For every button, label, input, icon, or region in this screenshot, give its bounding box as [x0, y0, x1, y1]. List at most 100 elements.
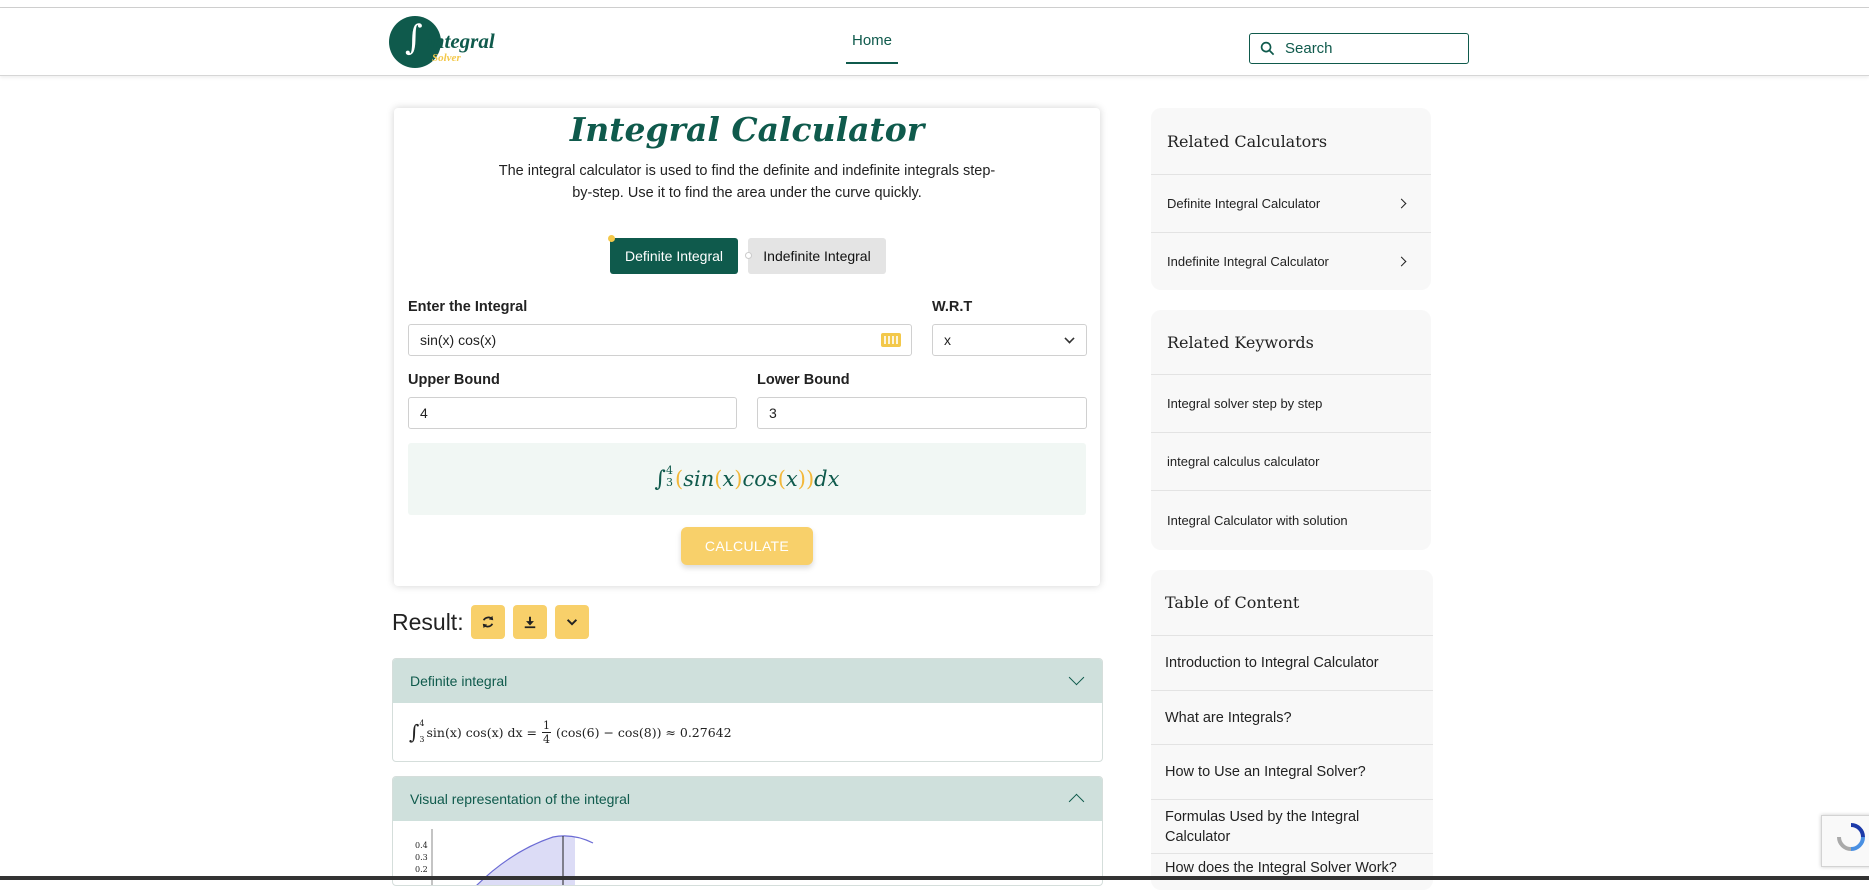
wrt-label: W.R.T — [932, 299, 973, 315]
related-calculator-item[interactable]: Indefinite Integral Calculator — [1151, 233, 1431, 290]
related-keyword-label: Integral Calculator with solution — [1167, 512, 1348, 528]
result-bounds: 4 3 — [419, 716, 424, 748]
upper-bound-value: 4 — [420, 405, 428, 421]
toc-item[interactable]: Introduction to Integral Calculator — [1151, 636, 1433, 691]
upper-bound-label: Upper Bound — [408, 372, 500, 388]
calculator-card: Integral Calculator The integral calcula… — [394, 108, 1100, 586]
recaptcha-icon — [1837, 823, 1865, 851]
tab-active-dot — [608, 235, 615, 242]
preview-fn2: cos — [742, 467, 778, 491]
related-keywords-title: Related Keywords — [1151, 310, 1431, 375]
tab-indefinite-integral[interactable]: Indefinite Integral — [748, 238, 886, 274]
plot-tick-label: 0.3 — [415, 853, 428, 862]
integral-input-value: sin(x) cos(x) — [420, 332, 497, 348]
enter-integral-label: Enter the Integral — [408, 299, 528, 315]
search-icon — [1260, 41, 1275, 56]
page-title: Integral Calculator — [569, 110, 925, 149]
related-calculator-label: Definite Integral Calculator — [1167, 196, 1321, 211]
recaptcha-badge[interactable] — [1821, 815, 1869, 867]
result-integrand: sin(x) cos(x) dx = — [426, 724, 537, 740]
preview-var2: x — [785, 467, 798, 491]
chevron-right-icon — [1396, 198, 1407, 209]
related-keywords-panel: Related Keywords Integral solver step by… — [1151, 310, 1431, 550]
calculate-button[interactable]: CALCULATE — [681, 527, 813, 565]
toc-item[interactable]: How does the Integral Solver Work? — [1151, 854, 1433, 890]
preview-var1: x — [722, 467, 735, 491]
logo-subtext: Solver — [432, 52, 461, 64]
result-label: Result: — [392, 609, 464, 635]
preview-paren: ) — [805, 467, 815, 491]
tab-definite-integral[interactable]: Definite Integral — [610, 238, 738, 274]
related-keyword-item[interactable]: integral calculus calculator — [1151, 433, 1431, 491]
result-upper: 4 — [419, 719, 425, 728]
toc-title: Table of Content — [1151, 570, 1433, 636]
refresh-icon — [482, 615, 494, 629]
plot-tick-label: 0.2 — [415, 865, 428, 874]
keyboard-icon[interactable] — [881, 333, 901, 347]
visual-representation-title: Visual representation of the integral — [410, 791, 630, 807]
plot-tick-label: 0.4 — [415, 841, 428, 850]
preview-integral-sign: ∫ — [654, 466, 667, 492]
preview-dx: dx — [814, 467, 840, 491]
related-keyword-item[interactable]: Integral Calculator with solution — [1151, 491, 1431, 549]
chevron-down-icon — [1068, 669, 1085, 686]
table-of-content-panel: Table of Content Introduction to Integra… — [1151, 570, 1433, 890]
integral-input[interactable]: sin(x) cos(x) — [408, 324, 912, 356]
chevron-up-icon — [1068, 793, 1085, 810]
preview-paren: ) — [797, 467, 806, 491]
result-value: (cos(6) − cos(8)) ≈ 0.27642 — [555, 724, 732, 740]
related-keyword-label: integral calculus calculator — [1167, 454, 1320, 469]
logo-integral-mark: ∫ — [405, 18, 423, 58]
definite-integral-header[interactable]: Definite integral — [393, 659, 1102, 703]
integral-preview: ∫ 4 3 ( sin ( x ) cos ( x ) ) dx — [408, 443, 1086, 515]
definite-integral-result: ∫ 4 3 sin(x) cos(x) dx = 1 4 (cos(6) − c… — [393, 703, 1102, 761]
nav-home-link[interactable]: Home — [846, 30, 899, 64]
chevron-down-icon — [1064, 333, 1075, 344]
toc-item[interactable]: Formulas Used by the Integral Calculator — [1151, 800, 1433, 854]
definite-integral-accordion: Definite integral ∫ 4 3 sin(x) cos(x) dx… — [392, 658, 1103, 762]
related-calculator-label: Indefinite Integral Calculator — [1167, 254, 1329, 269]
tab-inactive-dot — [745, 252, 752, 259]
expand-results-button[interactable] — [555, 605, 589, 639]
result-lower: 3 — [419, 735, 425, 744]
logo-text: integral — [427, 29, 495, 53]
result-fraction: 1 4 — [541, 718, 551, 746]
visual-representation-accordion: Visual representation of the integral 0.… — [392, 776, 1103, 886]
lower-bound-label: Lower Bound — [757, 372, 850, 388]
preview-paren: ) — [734, 467, 743, 491]
wrt-select-value: x — [944, 332, 951, 348]
lower-bound-input[interactable]: 3 — [757, 397, 1087, 429]
download-button[interactable] — [513, 605, 547, 639]
result-numerator: 1 — [541, 718, 551, 733]
preview-lower: 3 — [666, 476, 674, 489]
lower-bound-value: 3 — [769, 405, 777, 421]
related-calculators-title: Related Calculators — [1151, 108, 1431, 175]
result-denominator: 4 — [542, 732, 550, 746]
preview-paren: ( — [675, 467, 684, 491]
related-keyword-item[interactable]: Integral solver step by step — [1151, 375, 1431, 433]
calculator-description: The integral calculator is used to find … — [498, 163, 996, 201]
preview-fn1: sin — [683, 467, 715, 491]
toc-item[interactable]: How to Use an Integral Solver? — [1151, 745, 1433, 800]
chevron-right-icon — [1396, 256, 1407, 267]
definite-integral-title: Definite integral — [410, 673, 508, 689]
top-border — [0, 0, 1869, 8]
preview-paren: ( — [714, 467, 723, 491]
site-header: ∫ integral Solver Home Search — [0, 8, 1869, 76]
related-calculators-panel: Related Calculators Definite Integral Ca… — [1151, 108, 1431, 290]
toc-item[interactable]: What are Integrals? — [1151, 691, 1433, 745]
visual-representation-header[interactable]: Visual representation of the integral — [393, 777, 1102, 821]
upper-bound-input[interactable]: 4 — [408, 397, 737, 429]
preview-bounds: 4 3 — [666, 465, 673, 489]
search-input[interactable]: Search — [1249, 33, 1469, 64]
chevron-down-icon — [566, 619, 578, 626]
preview-paren: ( — [777, 467, 786, 491]
bottom-border — [0, 876, 1869, 880]
wrt-select[interactable]: x — [932, 324, 1087, 356]
site-logo[interactable]: ∫ integral Solver — [389, 16, 495, 68]
related-keyword-label: Integral solver step by step — [1167, 396, 1323, 411]
related-calculator-item[interactable]: Definite Integral Calculator — [1151, 175, 1431, 233]
recalculate-button[interactable] — [471, 605, 505, 639]
search-placeholder: Search — [1285, 40, 1333, 57]
download-icon — [524, 616, 536, 629]
